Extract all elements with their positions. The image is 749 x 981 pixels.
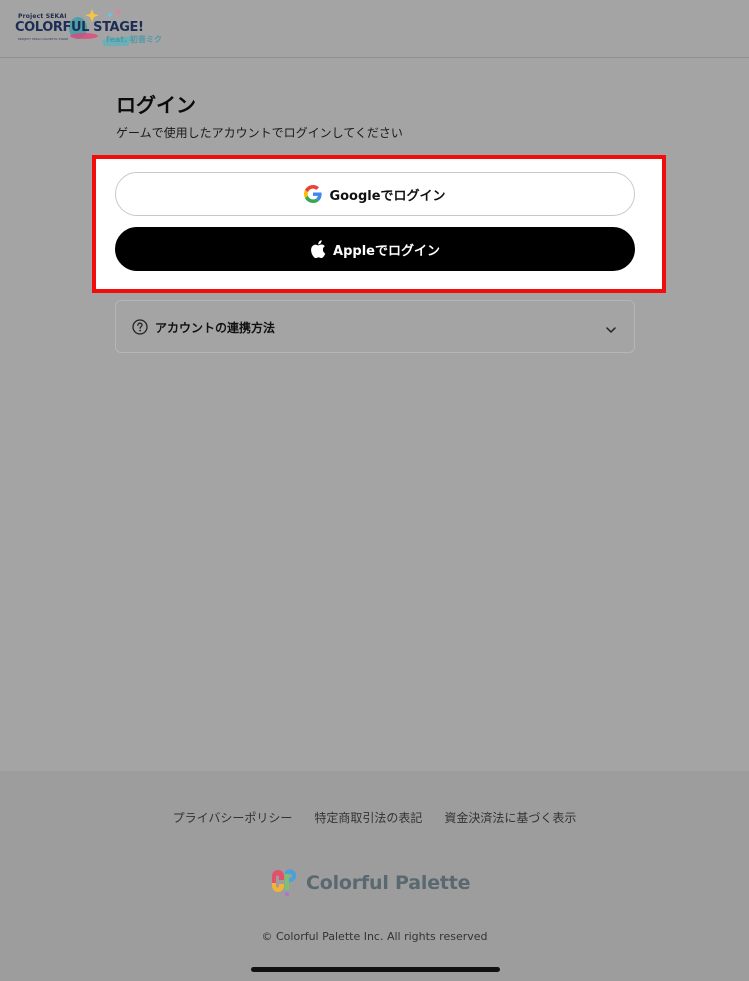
page-subtitle: ゲームで使用したアカウントでログインしてください — [116, 126, 403, 140]
apple-login-button[interactable]: Appleでログイン — [115, 227, 635, 271]
question-circle-icon — [132, 319, 148, 339]
chevron-down-icon — [605, 321, 617, 340]
game-logo[interactable]: Project SEKAI COLORFUL STAGE! PROJECT SE… — [14, 6, 162, 50]
colorful-palette-logo: Colorful Palette — [268, 868, 471, 898]
logo-small-text: Project SEKAI — [18, 13, 67, 20]
google-g-icon — [304, 185, 323, 203]
logo-feat-text: feat. 初音ミク — [106, 35, 162, 44]
logo-sub-text: PROJECT SEKAI COLORFUL STAGE — [18, 37, 69, 41]
copyright-text: © Colorful Palette Inc. All rights reser… — [261, 930, 488, 943]
google-login-label: Googleでログイン — [329, 188, 446, 204]
privacy-policy-link[interactable]: プライバシーポリシー — [173, 809, 293, 826]
payment-services-act-link[interactable]: 資金決済法に基づく表示 — [444, 809, 576, 826]
colorful-palette-brand: Colorful Palette — [306, 872, 471, 894]
colorful-palette-mark-icon — [272, 869, 297, 896]
apple-icon — [310, 240, 326, 258]
header: Project SEKAI COLORFUL STAGE! PROJECT SE… — [0, 0, 749, 58]
page-title: ログイン — [116, 93, 196, 117]
google-login-button[interactable]: Googleでログイン — [115, 172, 635, 216]
logo-main-text: COLORFUL STAGE! — [15, 20, 144, 35]
account-link-accordion[interactable]: アカウントの連携方法 — [115, 300, 635, 353]
accordion-label: アカウントの連携方法 — [155, 321, 276, 335]
footer-links: プライバシーポリシー 特定商取引法の表記 資金決済法に基づく表示 — [0, 809, 749, 826]
home-indicator[interactable] — [251, 967, 500, 972]
apple-login-label: Appleでログイン — [333, 243, 440, 259]
commercial-transactions-link[interactable]: 特定商取引法の表記 — [314, 809, 422, 826]
